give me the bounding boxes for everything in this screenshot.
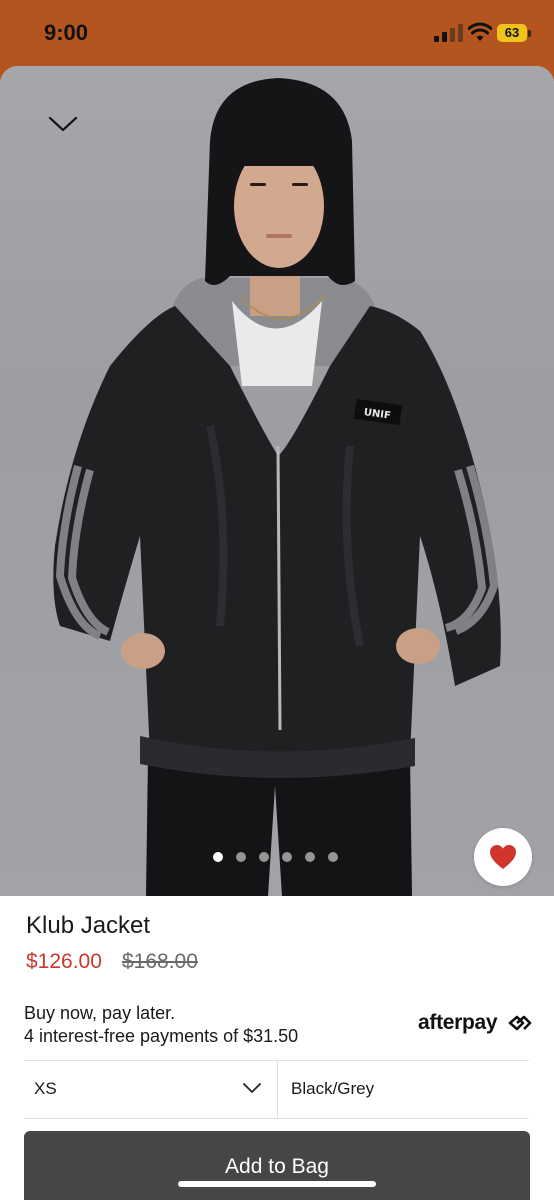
original-price: $168.00 — [122, 950, 198, 973]
favorite-button[interactable] — [474, 828, 532, 886]
carousel-dot-6[interactable] — [327, 852, 338, 862]
battery-icon: 63 — [497, 24, 527, 42]
afterpay-logo[interactable]: afterpay — [418, 1011, 498, 1035]
signal-icon — [434, 24, 463, 42]
close-chevron-icon[interactable] — [48, 114, 78, 134]
status-time: 9:00 — [44, 20, 89, 45]
carousel-dot-5[interactable] — [304, 852, 315, 862]
wifi-icon — [468, 22, 492, 41]
sale-price: $126.00 — [26, 950, 102, 973]
bnpl-installments: 4 interest-free payments of $31.50 — [24, 1026, 299, 1046]
carousel-dots[interactable] — [0, 852, 552, 866]
chevron-down-icon — [243, 1083, 261, 1093]
divider — [277, 1060, 278, 1118]
product-sheet: UNIF Klub Jacket $126.00 $168.00 Buy now… — [0, 66, 554, 1200]
carousel-dot-3[interactable] — [258, 852, 269, 862]
carousel-dot-2[interactable] — [235, 852, 246, 862]
carousel-dot-1[interactable] — [212, 852, 223, 862]
add-to-bag-label: Add to Bag — [225, 1155, 329, 1178]
battery-tip — [528, 30, 531, 37]
size-value: XS — [34, 1079, 57, 1098]
size-select[interactable]: XS — [24, 1061, 276, 1117]
carousel-dot-4[interactable] — [281, 852, 292, 862]
product-image-carousel[interactable]: UNIF — [0, 66, 554, 896]
bnpl-title: Buy now, pay later. — [24, 1003, 176, 1023]
product-title: Klub Jacket — [26, 912, 151, 939]
home-indicator — [178, 1181, 376, 1187]
divider — [24, 1118, 529, 1119]
status-bar: 9:00 63 — [0, 0, 554, 66]
product-photo: UNIF — [53, 78, 501, 896]
heart-icon — [490, 845, 516, 869]
add-to-bag-button[interactable]: Add to Bag — [24, 1131, 530, 1200]
color-option[interactable]: Black/Grey — [291, 1079, 374, 1099]
afterpay-logo-icon — [508, 1015, 532, 1031]
